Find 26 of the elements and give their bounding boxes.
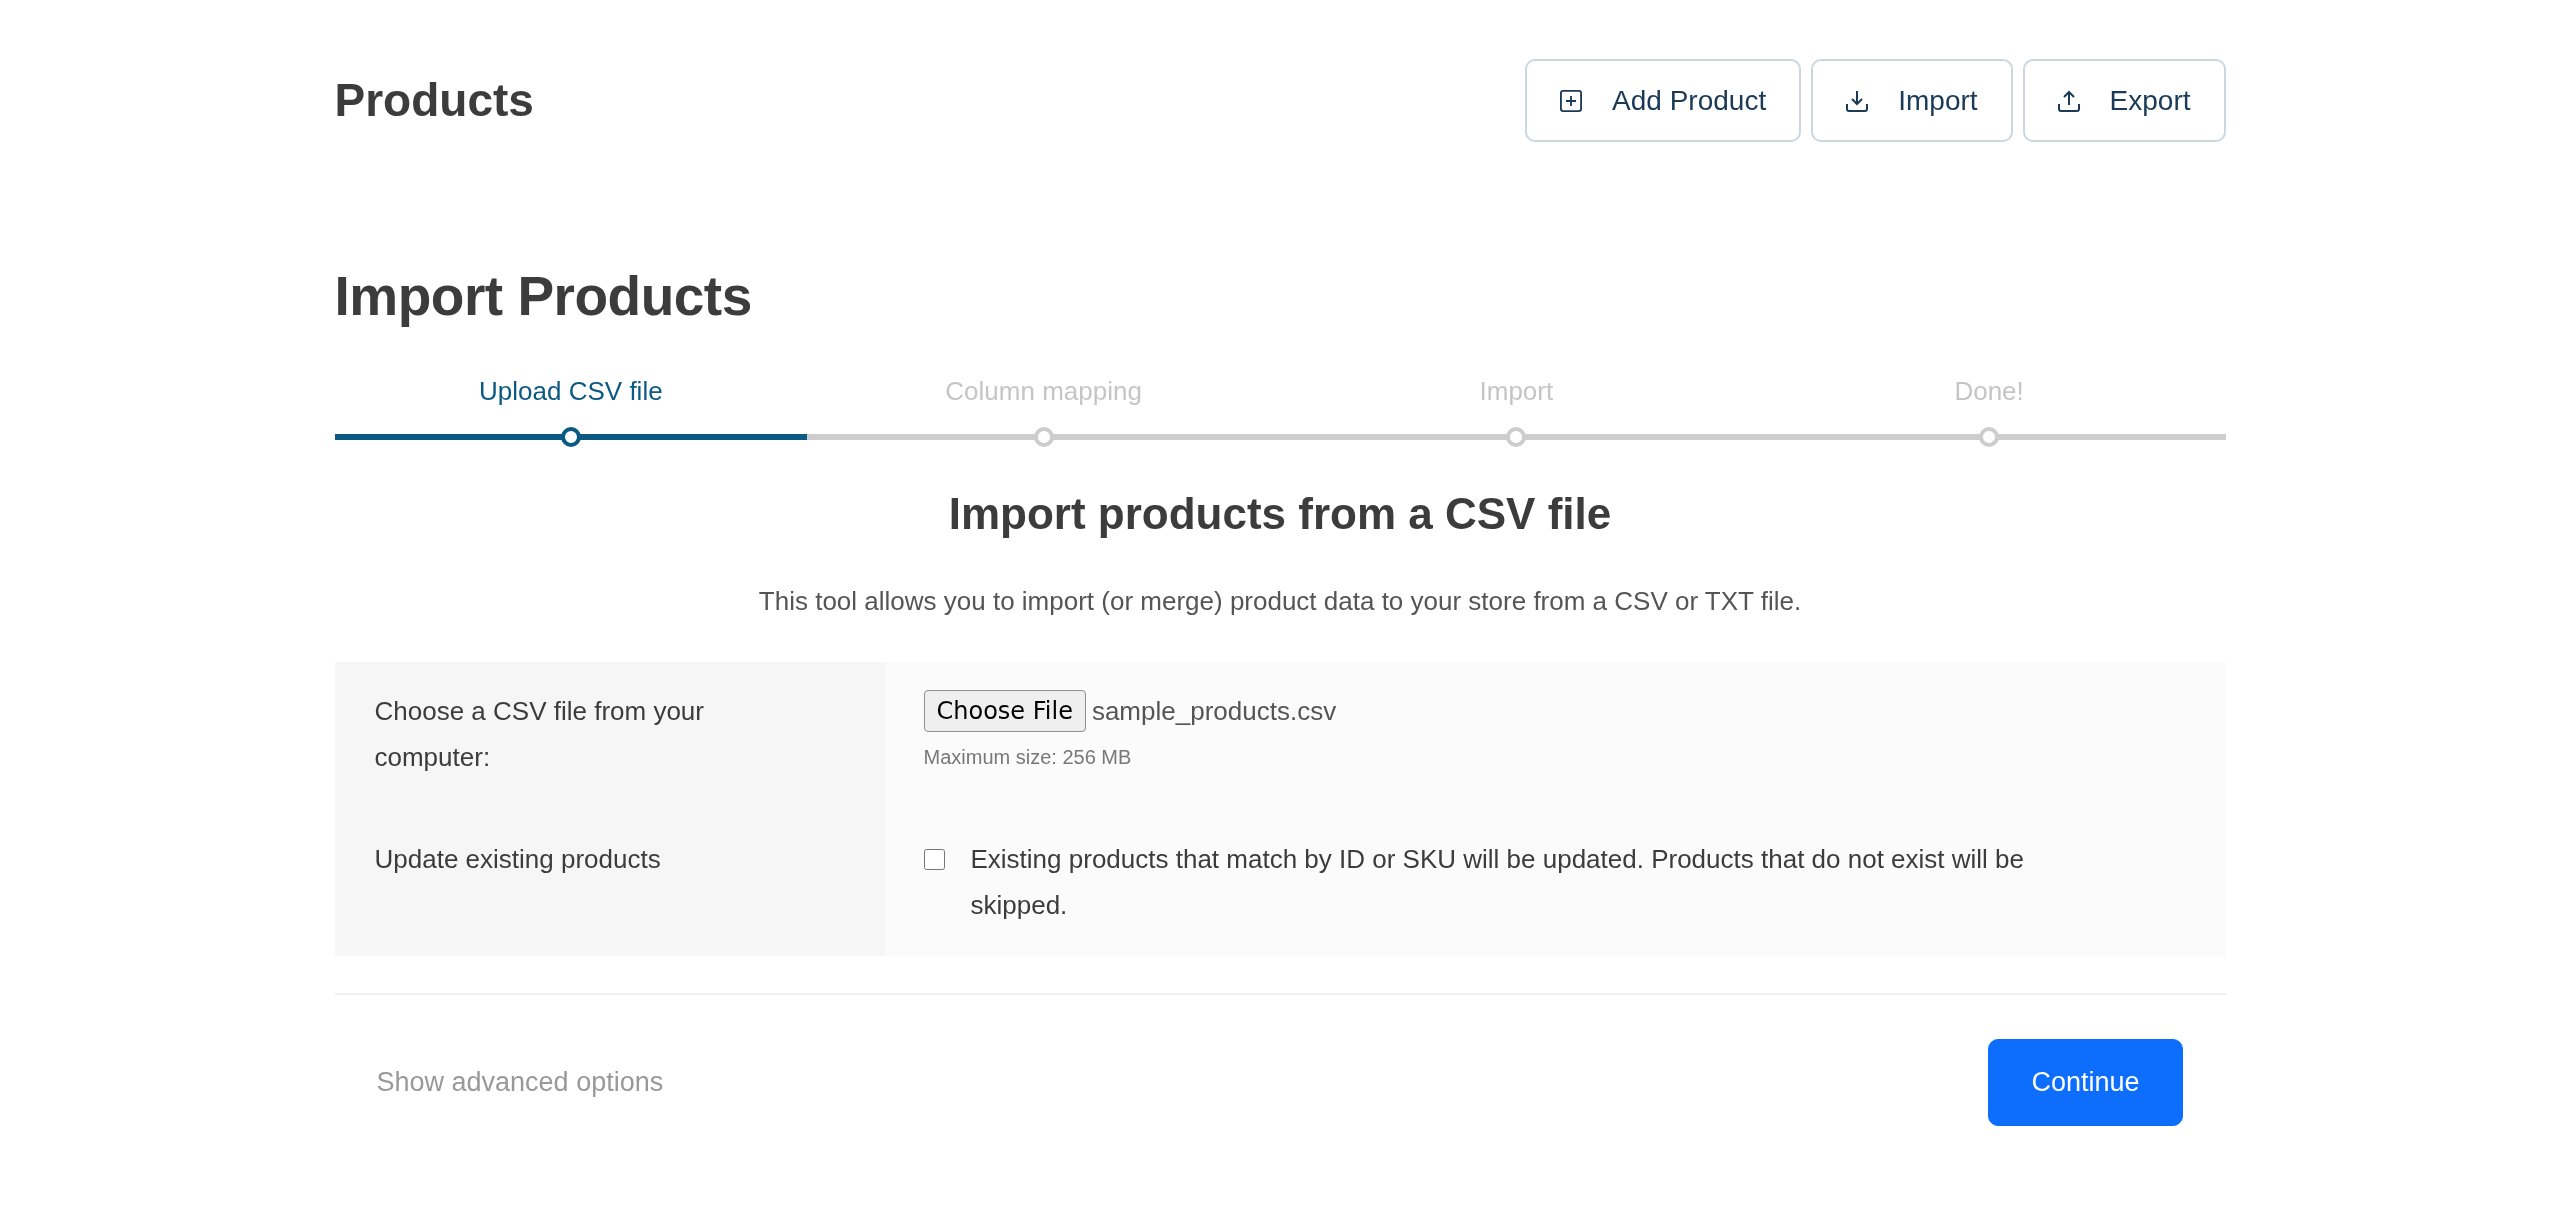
step-label: Column mapping <box>945 375 1142 408</box>
max-size-hint: Maximum size: 256 MB <box>923 745 1133 770</box>
upload-icon <box>2057 89 2080 112</box>
panel-description: This tool allows you to import (or merge) product data to your store from a CSV or TXT file. <box>757 585 1803 618</box>
add-product-button[interactable]: Add Product <box>1525 59 1802 142</box>
import-button[interactable]: Import <box>1811 59 2013 142</box>
step-ring-icon <box>560 427 581 447</box>
export-button[interactable]: Export <box>2022 59 2226 142</box>
continue-button[interactable]: Continue <box>1988 1039 2183 1126</box>
update-checkbox[interactable] <box>923 849 945 870</box>
selected-file-name: sample_products.csv <box>1091 695 1337 728</box>
choose-file-button[interactable]: Choose File <box>923 690 1086 732</box>
form-row-label: Choose a CSV file from your computer: <box>334 662 885 810</box>
step-ring-icon <box>1506 427 1527 447</box>
form-row-label: Update existing products <box>334 810 885 956</box>
step-label: Import <box>1479 375 1554 408</box>
page-title: Products <box>334 72 534 128</box>
section-title: Import Products <box>334 264 753 329</box>
step-label: Upload CSV file <box>479 375 663 408</box>
update-description: Existing products that match by ID or SKU will be updated. Products that do not exist will be skipped. <box>970 843 2026 922</box>
step-ring-icon <box>1979 427 2000 447</box>
step-ring-icon <box>1033 427 1054 447</box>
plus-square-icon <box>1560 89 1583 112</box>
panel-heading: Import products from a CSV file <box>947 488 1613 540</box>
download-icon <box>1846 89 1869 112</box>
step-label: Done! <box>1954 375 2024 408</box>
